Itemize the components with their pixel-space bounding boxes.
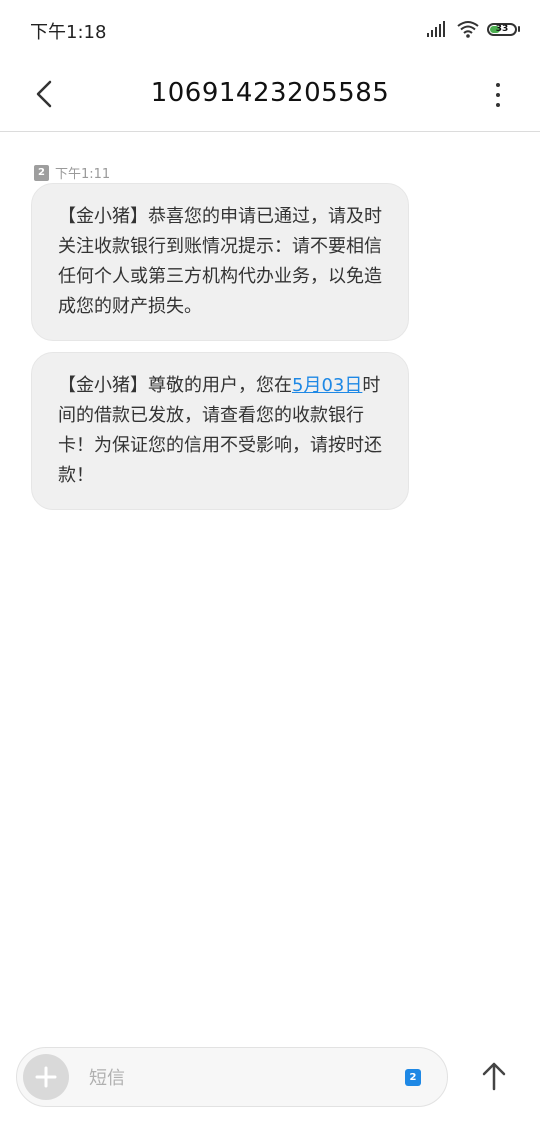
message-text: 【金小猪】恭喜您的申请已通过，请及时关注收款银行到账情况提示：请不要相信任何个人…: [58, 206, 382, 317]
battery-icon: 33: [487, 22, 517, 36]
arrow-up-icon: [482, 1062, 506, 1091]
plus-icon: [35, 1066, 57, 1088]
message-bubble[interactable]: 【金小猪】尊敬的用户，您在5月03日时间的借款已发放，请查看您的收款银行卡！为保…: [31, 352, 409, 510]
page-title: 10691423205585: [150, 78, 390, 108]
message-time: 下午1:11: [55, 167, 111, 182]
sim-badge: 2: [34, 164, 49, 181]
add-attachment-button[interactable]: [23, 1054, 69, 1100]
message-bubble[interactable]: 【金小猪】恭喜您的申请已通过，请及时关注收款银行到账情况提示：请不要相信任何个人…: [31, 183, 409, 341]
battery-level: 33: [495, 24, 509, 34]
more-options-button[interactable]: [486, 76, 510, 114]
status-time: 下午1:18: [30, 22, 107, 43]
send-button[interactable]: [474, 1056, 514, 1096]
status-icons: 33: [427, 18, 520, 40]
date-link[interactable]: 5月03日: [292, 375, 362, 396]
composer: 2: [16, 1047, 448, 1107]
message-text-before: 【金小猪】尊敬的用户，您在: [58, 375, 292, 396]
vertical-dots-icon: [496, 83, 500, 87]
sim-select-button[interactable]: 2: [405, 1069, 421, 1086]
sms-input[interactable]: [87, 1058, 391, 1098]
signal-icon: [427, 21, 449, 37]
message-meta: 2 下午1:11: [34, 163, 110, 182]
header: 10691423205585: [0, 58, 540, 132]
wifi-icon: [457, 20, 479, 38]
status-bar: 下午1:18 33: [0, 0, 540, 58]
